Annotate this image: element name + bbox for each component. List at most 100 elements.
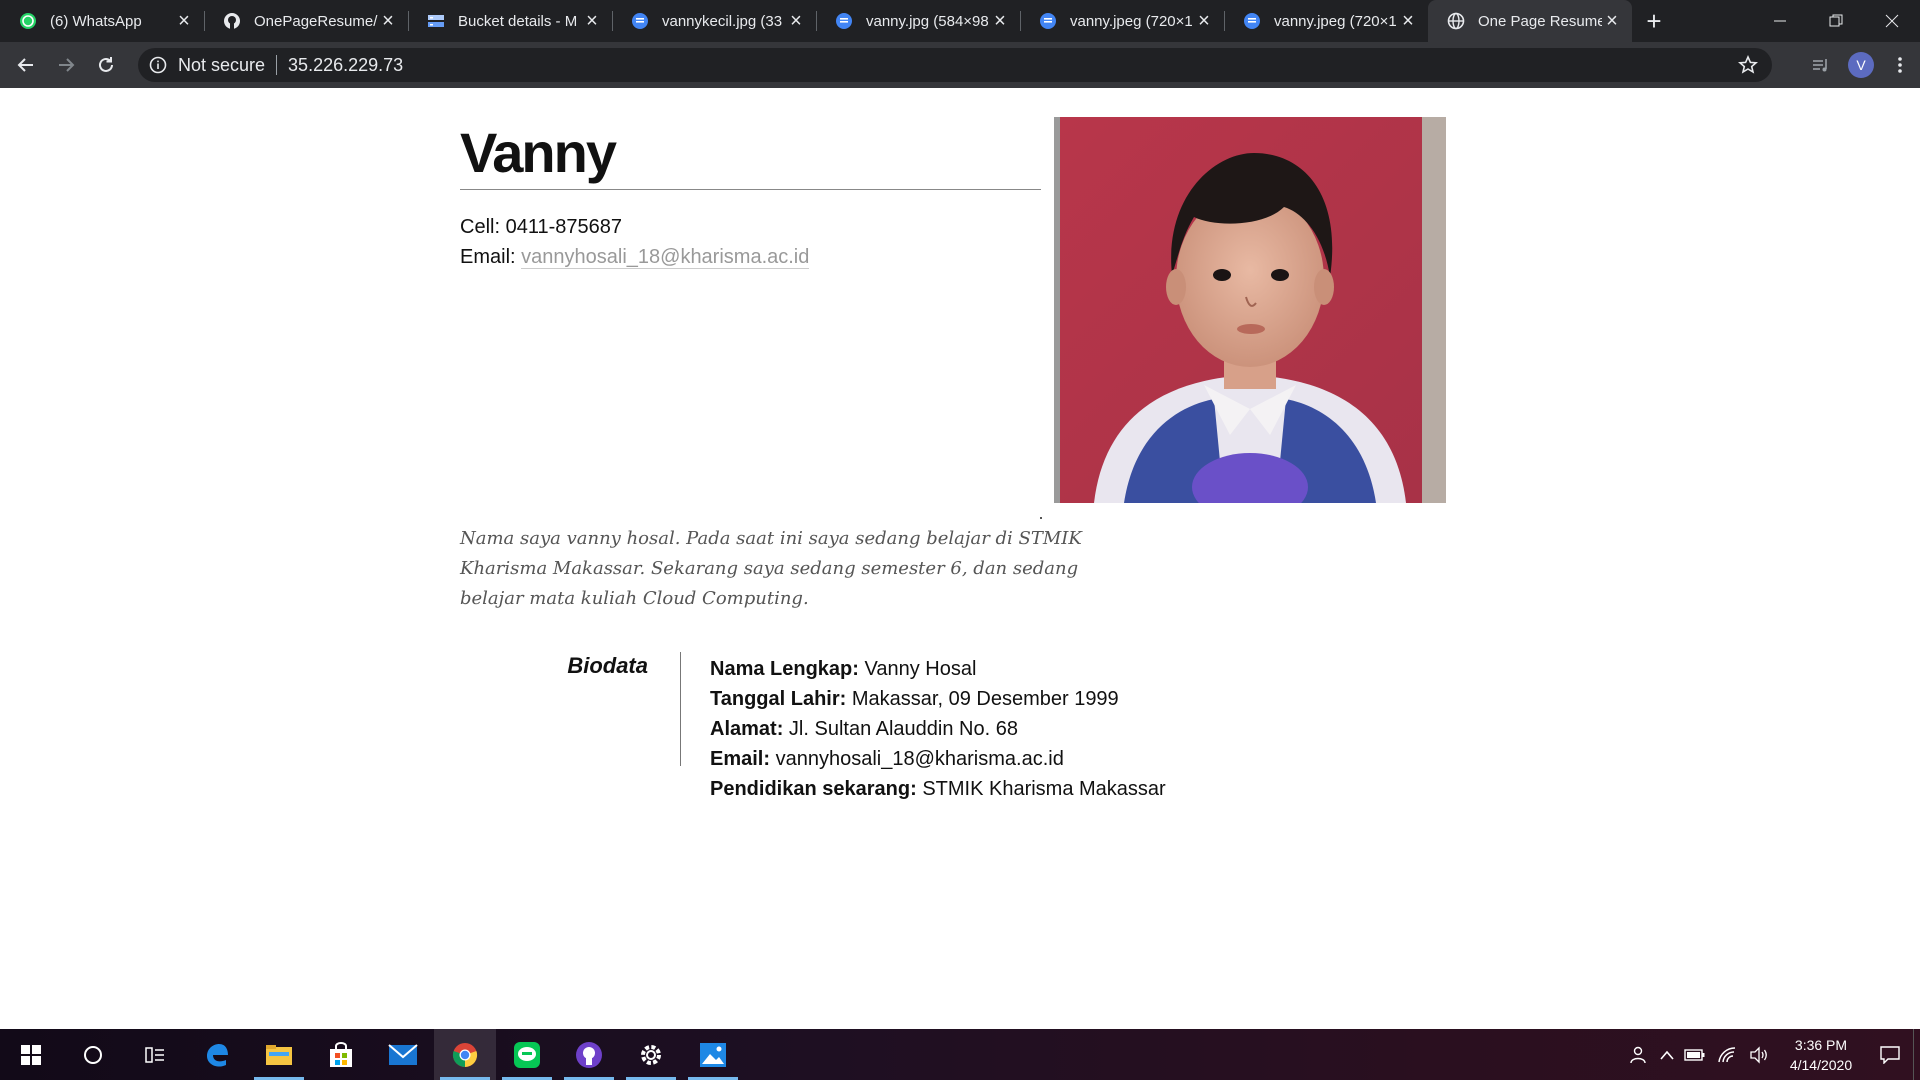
biodata-value: Makassar, 09 Desember 1999 [851, 688, 1119, 710]
tab-title: vanny.jpeg (720×1 [1070, 12, 1193, 30]
tab-vannykecil-jpg[interactable]: vannykecil.jpg (33 × [612, 0, 816, 42]
close-tab-icon[interactable]: × [582, 11, 602, 31]
chrome-icon [452, 1042, 478, 1067]
tab-vanny-jpeg-2[interactable]: vanny.jpeg (720×1 × [1224, 0, 1428, 42]
google-docs-icon [834, 11, 854, 31]
close-tab-icon[interactable]: × [786, 11, 806, 31]
close-window-icon[interactable] [1864, 0, 1920, 42]
biodata-row-alamat: Alamat: Jl. Sultan Alauddin No. 68 [710, 714, 1166, 744]
chevron-up-icon[interactable] [1655, 1050, 1679, 1060]
biodata-label: Email: [710, 748, 771, 770]
tab-vanny-jpeg[interactable]: vanny.jpeg (720×1 × [1020, 0, 1224, 42]
biodata-value: Jl. Sultan Alauddin No. 68 [788, 718, 1018, 740]
divider [276, 55, 278, 75]
security-label[interactable]: Not secure [178, 55, 265, 76]
biodata-heading: Biodata [567, 653, 648, 678]
new-tab-button[interactable]: + [1632, 0, 1676, 42]
tab-bucket-details[interactable]: Bucket details - M × [408, 0, 612, 42]
biodata-label: Nama Lengkap: [710, 658, 859, 680]
taskbar-settings[interactable] [620, 1029, 682, 1080]
bookmark-star-icon[interactable] [1738, 55, 1758, 80]
volume-icon[interactable] [1743, 1045, 1775, 1064]
url-text[interactable]: 35.226.229.73 [288, 55, 403, 76]
resume-name: Vanny [460, 121, 617, 184]
reload-icon [99, 57, 113, 72]
start-button[interactable] [0, 1029, 62, 1080]
menu-dots-icon[interactable] [1886, 55, 1914, 75]
globe-icon [1446, 11, 1466, 31]
taskbar-edge[interactable] [186, 1029, 248, 1080]
back-button[interactable] [6, 45, 46, 85]
close-tab-icon[interactable]: × [1398, 11, 1418, 31]
mail-icon [388, 1043, 418, 1065]
storage-bucket-icon [426, 11, 446, 31]
taskbar-file-explorer[interactable] [248, 1029, 310, 1080]
taskbar-photos[interactable] [682, 1029, 744, 1080]
taskbar-line[interactable] [496, 1029, 558, 1080]
biodata-value: Vanny Hosal [864, 658, 977, 680]
window-controls [1752, 0, 1920, 42]
task-view-icon [145, 1046, 164, 1063]
tab-one-page-resume[interactable]: One Page Resume × [1428, 0, 1632, 42]
taskbar: 3:36 PM 4/14/2020 [0, 1029, 1920, 1080]
show-desktop-button[interactable] [1913, 1029, 1920, 1080]
forward-button[interactable] [46, 45, 86, 85]
close-tab-icon[interactable]: × [1194, 11, 1214, 31]
biodata-divider [680, 652, 681, 766]
biodata-label: Pendidikan sekarang: [710, 778, 917, 800]
line-app-icon [514, 1041, 540, 1068]
cell-row: Cell: 0411-875687 [460, 212, 809, 242]
search-button[interactable] [62, 1029, 124, 1080]
restore-icon[interactable] [1808, 0, 1864, 42]
tab-github[interactable]: OnePageResume/i × [204, 0, 408, 42]
github-icon [222, 11, 242, 31]
taskbar-mail[interactable] [372, 1029, 434, 1080]
system-tray: 3:36 PM 4/14/2020 [1623, 1029, 1920, 1080]
notification-icon[interactable] [1867, 1045, 1913, 1064]
system-clock[interactable]: 3:36 PM 4/14/2020 [1775, 1035, 1867, 1075]
edge-icon [207, 1043, 228, 1067]
tab-title: vanny.jpg (584×98 [866, 12, 989, 30]
cell-label: Cell: [460, 216, 501, 238]
taskbar-store[interactable] [310, 1029, 372, 1080]
whatsapp-icon [18, 11, 38, 31]
people-icon[interactable] [1623, 1045, 1655, 1065]
email-row: Email: vannyhosali_18@kharisma.ac.id [460, 242, 810, 272]
reload-button[interactable] [86, 45, 126, 85]
folder-icon [266, 1044, 292, 1065]
tab-whatsapp[interactable]: (6) WhatsApp × [0, 0, 204, 42]
taskbar-github-desktop[interactable] [558, 1029, 620, 1080]
google-docs-icon [1038, 11, 1058, 31]
minimize-icon[interactable] [1752, 0, 1808, 42]
biodata-row-pendidikan: Pendidikan sekarang: STMIK Kharisma Maka… [710, 774, 1166, 804]
forward-arrow-icon [59, 58, 75, 72]
tab-strip: (6) WhatsApp × OnePageResume/i × Bucket … [0, 0, 1920, 42]
close-tab-icon[interactable]: × [1602, 11, 1622, 31]
intro-paragraph: Nama saya vanny hosal. Pada saat ini say… [460, 528, 1082, 609]
biodata-row-tanggal-lahir: Tanggal Lahir: Makassar, 09 Desember 199… [710, 684, 1166, 714]
tab-vanny-jpg[interactable]: vanny.jpg (584×98 × [816, 0, 1020, 42]
close-tab-icon[interactable]: × [990, 11, 1010, 31]
tab-list: (6) WhatsApp × OnePageResume/i × Bucket … [0, 0, 1632, 42]
email-link[interactable]: vannyhosali_18@kharisma.ac.id [521, 246, 810, 269]
name-divider [460, 189, 1041, 190]
photos-icon [700, 1042, 726, 1067]
media-control-icon[interactable] [1806, 55, 1836, 75]
decorative-dot [1040, 517, 1042, 519]
tab-title: vannykecil.jpg (33 [662, 12, 783, 30]
contact-info: Cell: 0411-875687 Email: vannyhosali_18@… [460, 212, 810, 272]
address-bar[interactable]: Not secure 35.226.229.73 [138, 48, 1772, 82]
profile-avatar[interactable]: V [1848, 52, 1874, 78]
info-icon[interactable] [148, 55, 168, 75]
battery-icon[interactable] [1679, 1048, 1711, 1062]
wifi-icon[interactable] [1711, 1046, 1743, 1064]
biodata-list: Nama Lengkap: Vanny Hosal Tanggal Lahir:… [710, 654, 1166, 804]
browser-toolbar: Not secure 35.226.229.73 V [0, 42, 1920, 88]
close-tab-icon[interactable]: × [378, 11, 398, 31]
close-tab-icon[interactable]: × [174, 11, 194, 31]
taskbar-chrome[interactable] [434, 1029, 496, 1080]
tab-title: OnePageResume/i [254, 12, 378, 30]
tab-title: Bucket details - M [458, 12, 578, 30]
page-content: Vanny Cell: 0411-875687 Email: vannyhosa… [0, 88, 1920, 1029]
task-view-button[interactable] [124, 1029, 186, 1080]
